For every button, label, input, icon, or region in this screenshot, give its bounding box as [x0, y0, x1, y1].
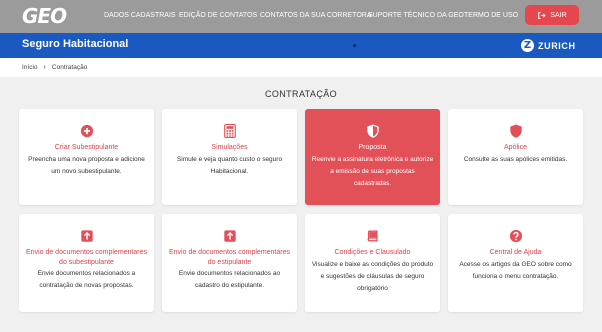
nav-contatos-corretora[interactable]: CONTATOS DA SUA CORRETORA: [260, 12, 372, 19]
card-envio-docs-subestipulante[interactable]: Envio de documentos complementares do su…: [19, 214, 154, 312]
shield-icon: [366, 124, 379, 138]
product-bar: Seguro Habitacional Z ZURICH: [0, 33, 602, 58]
decorative-dot: [353, 44, 356, 47]
product-title: Seguro Habitacional: [22, 38, 129, 50]
card-title: Simulações: [211, 144, 248, 151]
nav-dados-cadastrais[interactable]: DADOS CADASTRAIS: [104, 12, 176, 19]
card-envio-docs-estipulante[interactable]: Envio de documentos complementares do es…: [162, 214, 297, 312]
calculator-icon: [223, 124, 236, 138]
exit-label: SAIR: [550, 11, 567, 19]
nav-edicao-de-contatos[interactable]: EDIÇÃO DE CONTATOS: [179, 12, 257, 19]
card-description: Envie documentos relacionados ao cadastr…: [178, 270, 281, 289]
card-description: Envie documentos relacionados a contrata…: [37, 270, 136, 289]
breadcrumb: Início › Contratação: [0, 58, 602, 77]
card-title: Envio de documentos complementares do su…: [25, 249, 147, 266]
nav-termo-de-uso[interactable]: TERMO DE USO: [464, 12, 518, 19]
question-circle-icon: [509, 229, 522, 243]
card-central-de-ajuda[interactable]: Central de Ajuda Acesse os artigos da GE…: [448, 214, 583, 312]
zurich-logo: Z ZURICH: [521, 39, 576, 52]
card-title: Proposta: [358, 144, 387, 151]
card-title: Envio de documentos complementares do es…: [168, 249, 290, 266]
card-description: Preencha uma nova proposta e adicione um…: [28, 156, 145, 175]
geo-logo[interactable]: GEO: [22, 4, 67, 28]
exit-button[interactable]: SAIR: [525, 5, 579, 25]
card-proposta[interactable]: Proposta Reenvie a assinatura eletrônica…: [305, 109, 440, 205]
zurich-text: ZURICH: [538, 40, 576, 51]
top-navbar: GEO DADOS CADASTRAIS EDIÇÃO DE CONTATOS …: [0, 0, 602, 33]
card-apolice[interactable]: Apólice Consulte as suas apólices emitid…: [448, 109, 583, 205]
breadcrumb-current: Contratação: [51, 64, 88, 71]
zurich-mark-icon: Z: [521, 39, 534, 52]
card-condicoes-clausulado[interactable]: Condições e Clausulado Visualize e baixe…: [305, 214, 440, 312]
upload-icon: [80, 230, 93, 242]
upload-icon: [223, 230, 236, 242]
plus-circle-icon: [80, 124, 93, 138]
sign-out-icon: [538, 11, 546, 19]
card-description: Reenvie a assinatura eletrônica e autori…: [311, 156, 434, 187]
section-title: CONTRATAÇÃO: [264, 89, 338, 99]
breadcrumb-separator: ›: [43, 64, 46, 71]
card-simulacoes[interactable]: Simulações Simule e veja quanto custo o …: [162, 109, 297, 205]
card-title: Condições e Clausulado: [334, 249, 411, 256]
breadcrumb-home[interactable]: Início: [22, 64, 38, 71]
card-description: Visualize e baixe as condições do produt…: [311, 261, 434, 292]
card-description: Acesse os artigos da GEO sobre como func…: [459, 261, 572, 280]
nav-suporte-tecnico[interactable]: SUPORTE TÉCNICO DA GEO: [368, 12, 464, 19]
shield-icon: [509, 124, 522, 138]
card-criar-subestipulante[interactable]: Criar Subestipulante Preencha uma nova p…: [19, 109, 154, 205]
card-title: Apólice: [504, 144, 527, 151]
card-description: Simule e veja quanto custo o seguro Habi…: [176, 156, 283, 175]
book-icon: [367, 230, 378, 242]
card-title: Criar Subestipulante: [54, 144, 119, 151]
card-description: Consulte as suas apólices emitidas.: [463, 156, 568, 163]
card-title: Central de Ajuda: [489, 249, 542, 256]
